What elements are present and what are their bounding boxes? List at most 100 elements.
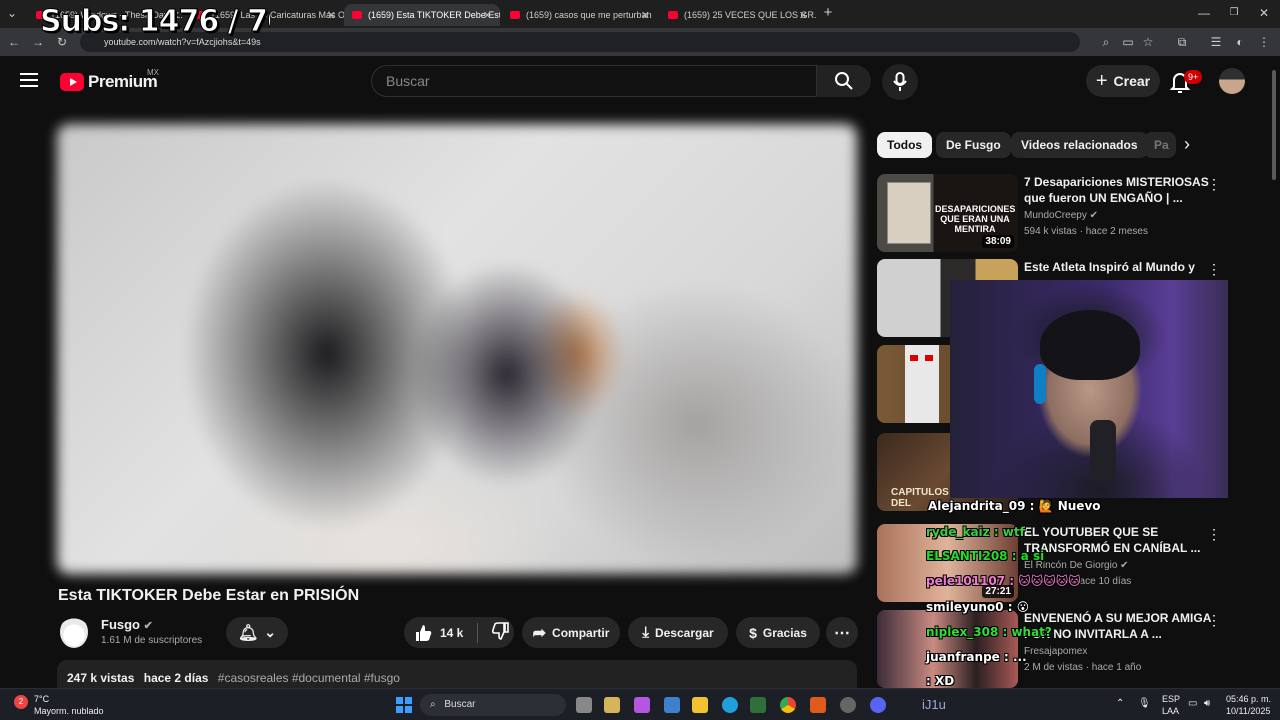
chip-todos[interactable]: Todos	[877, 132, 933, 158]
thanks-button[interactable]: $ Gracias	[736, 617, 820, 648]
channel-name-text: Fusgo	[101, 617, 140, 632]
kebab-menu-icon[interactable]: ⋮	[1207, 261, 1221, 278]
upload-date: hace 2 días	[143, 671, 209, 685]
browser-tab[interactable]: (1659) casos que me perturban ✕	[502, 4, 658, 26]
weather-desc: Mayorm. nublado	[34, 706, 104, 716]
youtube-logo[interactable]: Premium	[60, 72, 158, 92]
download-label: Descargar	[654, 625, 714, 640]
app-icon[interactable]	[810, 697, 826, 713]
discord-icon[interactable]	[870, 697, 886, 713]
download-button[interactable]: ⤓ Descargar	[628, 617, 728, 648]
dislike-button[interactable]	[492, 622, 510, 643]
share-arrow-icon: ➦	[532, 624, 547, 642]
divider	[477, 622, 479, 643]
youtube-header: Premium MX Buscar + Crear	[0, 56, 1280, 106]
streamer-hair	[1040, 310, 1140, 380]
chat-message: smileyuno0 : 😮	[926, 600, 1030, 614]
chip-de-fusgo[interactable]: De Fusgo	[936, 132, 1011, 158]
extensions-icon[interactable]: ⧉	[1174, 34, 1190, 50]
chip-videos-relacionados[interactable]: Videos relacionados	[1011, 132, 1148, 158]
thumbnail-caption: DESAPARICIONES QUE ERAN UNA MENTIRA	[935, 204, 1016, 234]
obs-icon[interactable]	[840, 697, 856, 713]
tab-close-icon[interactable]: ✕	[799, 9, 808, 22]
chat-message: juanfranpe : ...	[926, 650, 1027, 664]
volume-icon[interactable]: 🔊︎	[1204, 698, 1210, 709]
chat-message: : XD	[926, 674, 955, 688]
tab-close-icon[interactable]: ✕	[327, 9, 336, 22]
kebab-menu-icon[interactable]: ⋮	[1207, 612, 1221, 629]
recommendation-title: ENVENENÓ A SU MEJOR AMIGA POR NO INVITAR…	[1024, 611, 1211, 641]
more-actions-button[interactable]: ⋯	[826, 617, 858, 648]
create-button[interactable]: + Crear	[1086, 65, 1160, 97]
chrome-icon[interactable]	[780, 697, 796, 713]
tray-chevron-icon[interactable]: ⌃	[1116, 698, 1124, 709]
language-top[interactable]: ESP	[1162, 694, 1180, 704]
channel-name[interactable]: Fusgo ✔	[101, 617, 153, 632]
taskbar-search-icon: ⌕	[430, 699, 436, 710]
search-button[interactable]	[817, 65, 871, 97]
back-arrow-icon[interactable]: ←	[6, 34, 22, 50]
super-thanks-icon: $	[749, 624, 757, 641]
mic-tray-icon[interactable]: 🎙︎	[1138, 698, 1151, 709]
download-icon: ⤓	[642, 624, 649, 641]
window-close-icon[interactable]: ✕	[1256, 5, 1272, 21]
reading-list-icon[interactable]: ☰	[1208, 34, 1224, 50]
windows-start-icon[interactable]	[396, 697, 412, 713]
edge-icon[interactable]	[722, 697, 738, 713]
maximize-icon[interactable]: ❐	[1226, 5, 1242, 21]
channel-avatar[interactable]	[60, 616, 88, 648]
kebab-menu-icon[interactable]: ⋮	[1207, 176, 1221, 193]
windows-taskbar: 2 7°C Mayorm. nublado ⌕ Buscar iJ1u ⌃ 🎙︎…	[0, 688, 1280, 720]
youtube-favicon-icon	[352, 11, 362, 19]
clock-date: 10/11/2025	[1226, 706, 1271, 716]
task-view-icon[interactable]	[576, 697, 592, 713]
clock-time[interactable]: 05:46 p. m.	[1226, 694, 1271, 704]
bookmark-star-icon[interactable]: ☆	[1140, 34, 1156, 50]
video-thumbnail: DESAPARICIONES QUE ERAN UNA MENTIRA 38:09	[877, 174, 1018, 252]
browser-tab-active[interactable]: (1659) Esta TIKTOKER Debe Esta ✕	[344, 4, 500, 26]
store-icon[interactable]	[664, 697, 680, 713]
recommendation-title: EL YOUTUBER QUE SE TRANSFORMÓ EN CANÍBAL…	[1024, 525, 1201, 555]
notification-settings-button[interactable]: 🔔︎ ⌄	[226, 617, 288, 648]
page-scrollbar[interactable]	[1272, 70, 1276, 180]
search-input[interactable]: Buscar	[371, 65, 817, 97]
streamer-webcam-overlay	[950, 280, 1228, 498]
cast-icon[interactable]: ▭	[1120, 34, 1136, 50]
tab-close-icon[interactable]: ✕	[483, 9, 492, 22]
hamburger-menu-icon[interactable]	[20, 72, 38, 88]
browser-tab[interactable]: (1659) 25 VECES QUE LOS GR... ✕	[660, 4, 816, 26]
like-dislike-group: 14 k	[404, 617, 514, 648]
chevron-right-icon[interactable]: ›	[1184, 134, 1190, 155]
taskbar-search[interactable]: ⌕ Buscar	[420, 694, 566, 716]
network-icon[interactable]: ▭	[1188, 698, 1197, 709]
kebab-menu-icon[interactable]: ⋮	[1207, 526, 1221, 543]
chip-more[interactable]: Pa	[1144, 132, 1176, 158]
tab-close-icon[interactable]: ✕	[641, 9, 650, 22]
zoom-icon[interactable]: ⌕	[1098, 34, 1114, 50]
voice-search-button[interactable]	[882, 64, 918, 100]
browser-menu-icon[interactable]: ⋮	[1256, 34, 1272, 50]
video-player[interactable]	[57, 124, 857, 574]
share-button[interactable]: ➦ Compartir	[522, 617, 620, 648]
app-icon[interactable]	[750, 697, 766, 713]
subscriber-count: 1.61 M de suscriptores	[101, 635, 203, 646]
file-explorer-icon[interactable]	[692, 697, 708, 713]
like-button[interactable]: 14 k	[414, 624, 463, 642]
tab-label: (1659) casos que me perturban	[526, 10, 652, 20]
weather-alert-icon[interactable]: 2	[14, 695, 28, 709]
profile-icon[interactable]: ◐	[1232, 34, 1248, 50]
app-icon[interactable]	[634, 697, 650, 713]
thumbs-up-icon	[416, 624, 432, 641]
copilot-icon[interactable]	[604, 697, 620, 713]
youtube-play-logo-icon	[60, 73, 84, 91]
chevron-down-icon: ⌄	[264, 624, 277, 640]
minimize-icon[interactable]: —	[1196, 5, 1212, 21]
chat-message: niplex_308 : what?	[926, 625, 1052, 639]
recommendation-item[interactable]: DESAPARICIONES QUE ERAN UNA MENTIRA 38:09 …	[877, 174, 1221, 254]
tab-search-chevron-icon[interactable]: ⌄	[4, 5, 20, 21]
more-horizontal-icon: ⋯	[834, 624, 850, 642]
blocky-character	[905, 345, 939, 423]
hashtags[interactable]: #casosreales #documental #fusgo	[218, 671, 400, 685]
user-avatar[interactable]	[1219, 68, 1245, 94]
new-tab-plus-icon[interactable]: +	[820, 5, 836, 21]
